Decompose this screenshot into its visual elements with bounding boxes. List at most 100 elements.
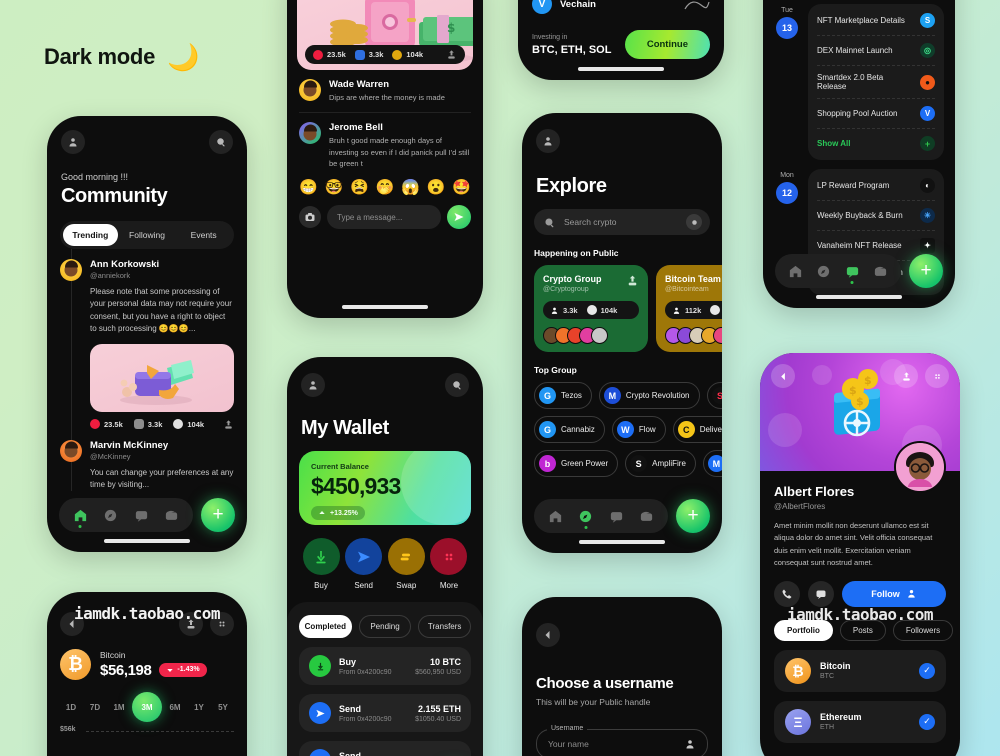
event-item[interactable]: Shopping Pool Auction V bbox=[817, 99, 935, 129]
add-button[interactable]: + bbox=[909, 254, 943, 288]
coin-row[interactable]: V Vechain bbox=[518, 0, 724, 14]
continue-button[interactable]: Continue bbox=[624, 30, 710, 59]
phone-icon[interactable] bbox=[774, 580, 800, 607]
tab-trending[interactable]: Trending bbox=[63, 224, 118, 246]
home-icon[interactable] bbox=[73, 508, 88, 528]
compass-icon[interactable] bbox=[578, 509, 593, 529]
search-bar[interactable]: Search crypto bbox=[534, 209, 710, 235]
chat-icon[interactable] bbox=[134, 508, 149, 523]
search-icon[interactable] bbox=[445, 373, 469, 397]
group-pill[interactable]: S Cry bbox=[706, 382, 722, 409]
emoji-item[interactable]: 🤩 bbox=[452, 180, 471, 195]
back-icon[interactable] bbox=[536, 623, 560, 647]
stat-comments[interactable]: 3.3k bbox=[354, 49, 383, 60]
group-card[interactable]: Crypto Group @Cryptogroup 3.3k 104k bbox=[534, 265, 648, 352]
tab-events[interactable]: Events bbox=[176, 224, 231, 246]
group-pill[interactable]: C Delivery bbox=[672, 416, 722, 443]
add-button[interactable]: + bbox=[676, 499, 710, 533]
stat-views[interactable]: 104k bbox=[392, 49, 423, 60]
emoji-item[interactable]: 😮 bbox=[427, 180, 446, 195]
compass-icon[interactable] bbox=[103, 508, 118, 523]
follow-button[interactable]: Follow bbox=[842, 580, 946, 607]
group-card[interactable]: Bitcoin Team @Bitcointeam 112k bbox=[656, 265, 722, 352]
post-item[interactable]: Ann Korkowski @anniekork Please note tha… bbox=[47, 249, 247, 430]
stat-views[interactable]: 104k bbox=[173, 419, 204, 430]
event-item[interactable]: NFT Marketplace Details S bbox=[817, 6, 935, 36]
event-item-show-all[interactable]: Show All + bbox=[817, 129, 935, 158]
event-item[interactable]: Weekly Buyback & Burn ✳ bbox=[817, 201, 935, 231]
tab-posts[interactable]: Posts bbox=[839, 619, 886, 641]
share-icon[interactable] bbox=[179, 612, 203, 636]
tab-completed[interactable]: Completed bbox=[299, 615, 352, 638]
home-icon[interactable] bbox=[788, 264, 803, 279]
emoji-item[interactable]: 😱 bbox=[401, 180, 420, 195]
tab-pending[interactable]: Pending bbox=[358, 615, 412, 638]
add-button[interactable]: + bbox=[201, 498, 235, 532]
search-input[interactable]: Search crypto bbox=[564, 217, 679, 227]
chat-message[interactable]: Wade Warren Dips are where the money is … bbox=[287, 70, 483, 103]
wallet-icon[interactable] bbox=[873, 264, 888, 279]
share-icon[interactable] bbox=[446, 49, 457, 60]
chat-icon[interactable] bbox=[845, 264, 860, 284]
share-icon[interactable] bbox=[223, 419, 234, 430]
share-icon[interactable] bbox=[626, 274, 639, 287]
range-6m[interactable]: 6M bbox=[164, 703, 186, 712]
emoji-item[interactable]: 😫 bbox=[350, 180, 369, 195]
transaction-row[interactable]: Send From 0x4200c90 320 USD bbox=[299, 741, 471, 756]
check-icon[interactable]: ✓ bbox=[919, 713, 935, 730]
tab-followers[interactable]: Followers bbox=[892, 619, 954, 641]
transaction-row[interactable]: Send From 0x4200c90 2.155 ETH $1050.40 U… bbox=[299, 694, 471, 732]
range-1y[interactable]: 1Y bbox=[188, 703, 210, 712]
profile-icon[interactable] bbox=[61, 130, 85, 154]
wallet-icon[interactable] bbox=[639, 509, 654, 524]
tab-portfolio[interactable]: Portfolio bbox=[774, 619, 833, 641]
group-pill[interactable]: M Crypto Revolution bbox=[598, 382, 700, 409]
send-button[interactable] bbox=[447, 205, 471, 229]
wallet-icon[interactable] bbox=[164, 508, 179, 523]
action-send[interactable]: Send bbox=[344, 538, 384, 590]
share-icon[interactable] bbox=[894, 364, 918, 388]
username-field[interactable]: Username Your name bbox=[536, 725, 708, 756]
emoji-item[interactable]: 🤓 bbox=[325, 180, 344, 195]
range-7d[interactable]: 7D bbox=[84, 703, 106, 712]
asset-row[interactable]: Ξ Ethereum ETH ✓ bbox=[774, 700, 946, 743]
camera-icon[interactable] bbox=[299, 206, 321, 228]
profile-icon[interactable] bbox=[301, 373, 325, 397]
search-icon[interactable] bbox=[209, 130, 233, 154]
chat-icon[interactable] bbox=[609, 509, 624, 524]
event-item[interactable]: DEX Mainnet Launch ◎ bbox=[817, 36, 935, 66]
range-3m[interactable]: 3M bbox=[132, 692, 162, 722]
stat-likes[interactable]: 23.5k bbox=[90, 419, 123, 430]
action-buy[interactable]: Buy bbox=[301, 538, 341, 590]
chat-icon[interactable] bbox=[808, 580, 834, 607]
tab-transfers[interactable]: Transfers bbox=[418, 615, 472, 638]
more-icon[interactable] bbox=[925, 364, 949, 388]
compass-icon[interactable] bbox=[816, 264, 831, 279]
action-swap[interactable]: Swap bbox=[386, 538, 426, 590]
asset-row[interactable]: ₿ Bitcoin BTC ✓ bbox=[774, 649, 946, 692]
home-icon[interactable] bbox=[548, 509, 563, 524]
filter-icon[interactable] bbox=[686, 214, 702, 230]
action-more[interactable]: More bbox=[429, 538, 469, 590]
back-icon[interactable] bbox=[60, 612, 84, 636]
group-pill[interactable]: M Fant bbox=[702, 450, 722, 477]
range-1m[interactable]: 1M bbox=[108, 703, 130, 712]
group-pill[interactable]: b Green Power bbox=[534, 450, 619, 477]
post-item[interactable]: Marvin McKinney @McKinney You can change… bbox=[47, 429, 247, 492]
group-pill[interactable]: W Flow bbox=[611, 416, 666, 443]
event-item[interactable]: LP Reward Program ◐ bbox=[817, 171, 935, 201]
chat-message[interactable]: Jerome Bell Bruh t good made enough days… bbox=[287, 113, 483, 169]
profile-icon[interactable] bbox=[536, 129, 560, 153]
event-item[interactable]: Smartdex 2.0 Beta Release ● bbox=[817, 66, 935, 99]
message-input[interactable]: Type a message... bbox=[327, 205, 441, 229]
range-5y[interactable]: 5Y bbox=[212, 703, 234, 712]
check-icon[interactable]: ✓ bbox=[919, 662, 935, 679]
stat-likes[interactable]: 23.5k bbox=[313, 49, 346, 60]
transaction-row[interactable]: Buy From 0x4200c90 10 BTC $560,950 USD bbox=[299, 647, 471, 685]
emoji-item[interactable]: 🤭 bbox=[376, 180, 395, 195]
emoji-item[interactable]: 😁 bbox=[299, 180, 318, 195]
back-icon[interactable] bbox=[771, 364, 795, 388]
stat-comments[interactable]: 3.3k bbox=[133, 419, 162, 430]
group-pill[interactable]: G Cannabiz bbox=[534, 416, 605, 443]
group-pill[interactable]: G Tezos bbox=[534, 382, 592, 409]
